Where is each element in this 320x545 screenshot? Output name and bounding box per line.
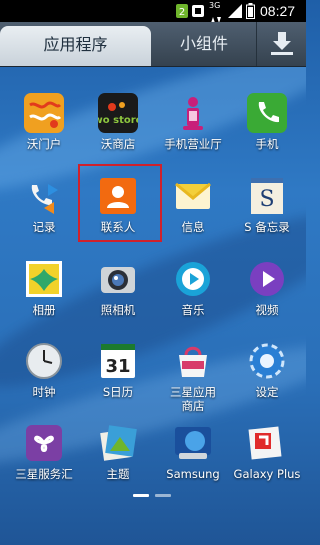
app-galaxy-plus[interactable]: Galaxy Plus: [229, 423, 305, 511]
tab-widgets[interactable]: 小组件: [152, 22, 256, 66]
app-phone[interactable]: 手机: [229, 93, 305, 181]
calendar-day: 31: [105, 356, 130, 377]
download-icon: [271, 32, 293, 55]
app-samsung[interactable]: Samsung: [155, 423, 231, 511]
app-wo-portal[interactable]: 沃门户: [6, 93, 82, 181]
settings-icon: [247, 341, 287, 381]
app-themes[interactable]: 主题: [80, 423, 156, 511]
app-label: 设定: [255, 385, 279, 399]
page-dot-current[interactable]: [133, 494, 149, 497]
app-camera[interactable]: 照相机: [80, 259, 156, 347]
s-memo-icon: S: [247, 176, 287, 216]
app-label: 照相机: [100, 303, 136, 317]
call-log-icon: [24, 176, 64, 216]
app-label: 信息: [181, 220, 205, 234]
app-label: 沃商店: [100, 137, 136, 151]
tab-apps[interactable]: 应用程序: [0, 26, 151, 66]
app-s-memo[interactable]: S S 备忘录: [229, 176, 305, 264]
galaxy-plus-icon: [247, 423, 287, 463]
app-call-log[interactable]: 记录: [6, 176, 82, 264]
messages-icon: [173, 176, 213, 216]
status-bar: 2 3G 08:27: [0, 0, 306, 23]
svg-text:S: S: [259, 187, 274, 212]
app-gallery[interactable]: 相册: [6, 259, 82, 347]
camera-icon: [98, 259, 138, 299]
wo-store-icon: wo store: [94, 93, 143, 133]
drawer-tab-bar: 应用程序 小组件: [0, 22, 306, 67]
app-samsung-service[interactable]: 三星服务汇: [6, 423, 82, 511]
selection-highlight-box: [78, 164, 162, 242]
app-label: S日历: [102, 385, 134, 399]
clock-icon: [24, 341, 64, 381]
app-label: 手机营业厅: [164, 137, 222, 151]
app-label: S 备忘录: [244, 220, 290, 234]
app-video[interactable]: 视频: [229, 259, 305, 347]
app-samsung-apps[interactable]: 三星应用商店: [155, 341, 231, 429]
samsung-icon: [173, 423, 213, 463]
app-label: 相册: [32, 303, 56, 317]
page-dot[interactable]: [155, 494, 171, 497]
downloaded-apps-button[interactable]: [256, 22, 307, 66]
app-label: 时钟: [32, 385, 56, 399]
app-messages[interactable]: 信息: [155, 176, 231, 264]
unicom-portal-icon: [24, 93, 64, 133]
phone-icon: [247, 93, 287, 133]
notification-download-icon: 2: [176, 3, 188, 19]
s-calendar-icon: 31: [98, 341, 138, 381]
samsung-apps-icon: [173, 341, 213, 381]
app-music[interactable]: 音乐: [155, 259, 231, 347]
video-icon: [247, 259, 287, 299]
themes-icon: [98, 423, 138, 463]
app-label: Samsung: [166, 467, 220, 481]
app-settings[interactable]: 设定: [229, 341, 305, 429]
wo-store-logo-text: wo store: [98, 115, 138, 126]
music-icon: [173, 259, 213, 299]
battery-icon: [246, 3, 255, 19]
samsung-service-icon: [24, 423, 64, 463]
app-clock[interactable]: 时钟: [6, 341, 82, 429]
app-label: 沃门户: [26, 137, 62, 151]
app-label: 视频: [255, 303, 279, 317]
signal-icon: [227, 3, 243, 19]
clock-time: 08:27: [260, 3, 296, 19]
app-label: Galaxy Plus: [233, 467, 301, 481]
mobile-business-hall-icon: [173, 93, 213, 133]
app-label: 手机: [255, 137, 279, 151]
app-mobile-business-hall[interactable]: 手机营业厅: [155, 93, 231, 181]
app-label: 音乐: [181, 303, 205, 317]
app-label: 三星服务汇: [15, 467, 73, 481]
svg-text:2: 2: [179, 7, 185, 18]
app-s-calendar[interactable]: 31 S日历: [80, 341, 156, 429]
app-label: 记录: [32, 220, 56, 234]
notification-app-icon: [192, 3, 204, 19]
app-label: 三星应用商店: [170, 385, 216, 413]
gallery-icon: [24, 259, 64, 299]
app-label: 主题: [106, 467, 130, 481]
